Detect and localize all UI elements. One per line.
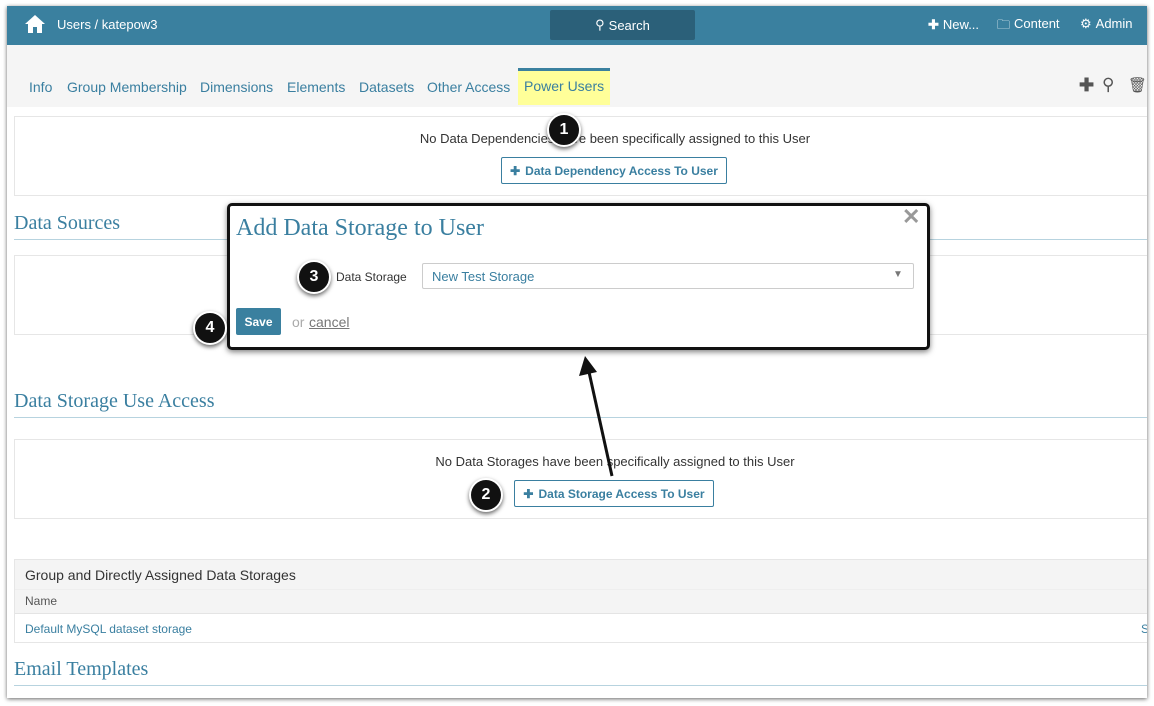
callout-3: 3 <box>297 260 331 294</box>
callout-1: 1 <box>547 113 581 147</box>
callout-2: 2 <box>469 478 503 512</box>
callout-4: 4 <box>193 311 227 345</box>
annotation-arrow <box>579 356 614 477</box>
